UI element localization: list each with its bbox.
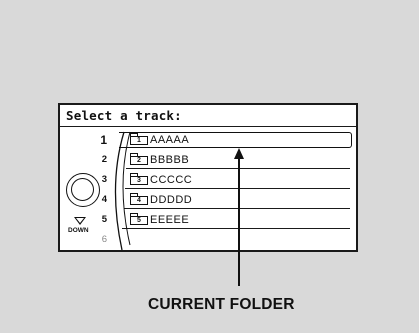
callout-label: CURRENT FOLDER <box>148 296 295 313</box>
callout-line <box>238 158 240 286</box>
selector-knob-icon[interactable] <box>66 173 100 207</box>
row-guide-curve <box>114 131 131 250</box>
down-arrow-icon[interactable] <box>74 217 86 225</box>
track-select-screen: Select a track: 1 2 3 4 5 6 1 AAAAA 2 BB… <box>58 103 358 252</box>
down-label: DOWN <box>68 227 89 234</box>
